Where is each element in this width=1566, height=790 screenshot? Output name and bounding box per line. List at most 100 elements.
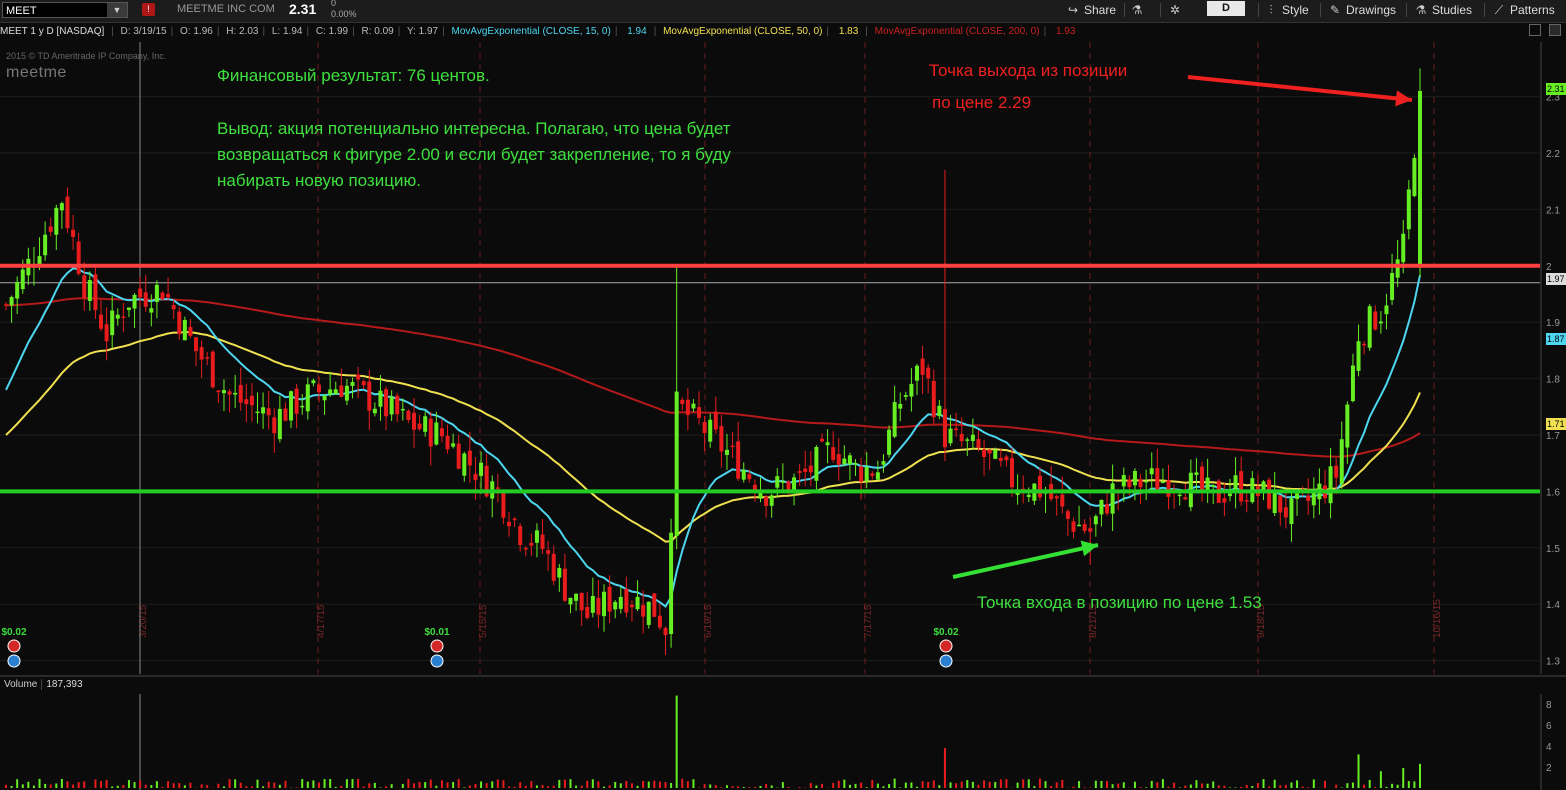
volume-bar [1117, 783, 1120, 788]
share-button[interactable]: ↪ Share [1066, 2, 1116, 18]
volume-bar [1072, 786, 1075, 788]
volume-chart[interactable]: 8 6 4 2 [0, 694, 1566, 790]
candle-body [870, 473, 875, 476]
symbol-input[interactable]: MEET ▼ [2, 2, 128, 18]
candle-body [736, 441, 741, 479]
volume-bar [295, 787, 298, 788]
collapse-icon[interactable] [1529, 24, 1541, 36]
volume-bar [1396, 784, 1399, 788]
candle-body [1384, 305, 1389, 315]
candle-body [747, 474, 752, 480]
volume-bar [167, 781, 170, 788]
candle-body [277, 408, 282, 440]
volume-bar [144, 784, 147, 788]
candle-body [221, 390, 226, 394]
studies-button[interactable]: ⚗ Studies [1414, 2, 1472, 18]
flask-button[interactable]: ⚗ [1130, 2, 1148, 18]
volume-bar [178, 783, 181, 788]
candle-body [1350, 365, 1355, 402]
volume-bar [535, 785, 538, 788]
candle-body [669, 532, 674, 635]
candle-body [15, 281, 20, 299]
volume-bar [513, 786, 516, 788]
toolbar-divider [1484, 3, 1485, 17]
volume-bar [608, 785, 611, 788]
alert-icon[interactable]: ! [142, 3, 155, 16]
volume-bar [1106, 781, 1109, 788]
volume-bar [278, 784, 281, 788]
candle-body [439, 428, 444, 437]
volume-bar [949, 782, 952, 788]
earnings-icon [939, 654, 953, 668]
volume-bar [390, 784, 393, 788]
volume-bar [94, 779, 97, 788]
volume-bar [636, 785, 639, 788]
volume-bar [670, 783, 673, 788]
flask-icon: ⚗ [1415, 3, 1427, 17]
candle-body [948, 428, 953, 444]
volume-bar [72, 784, 75, 788]
volume-bar [1145, 787, 1148, 788]
candle-body [607, 586, 612, 612]
patterns-icon: ⟋ [1494, 3, 1504, 17]
x-tick-label: 7/17/15 [863, 604, 874, 638]
volume-bar [256, 779, 259, 788]
volume-bar [658, 781, 661, 788]
volume-bar [446, 782, 449, 788]
volume-bar [865, 787, 868, 788]
earnings-icon [7, 654, 21, 668]
y-tick-label: 1.6 [1546, 487, 1560, 498]
drawings-button[interactable]: ✎ Drawings [1328, 2, 1396, 18]
ema200-label[interactable]: MovAvgExponential (CLOSE, 200, 0) [875, 26, 1040, 37]
style-icon: ⫶ [1269, 3, 1273, 17]
ema50-line [5, 331, 1421, 543]
volume-bar [323, 779, 326, 788]
candle-body [339, 385, 344, 397]
volume-bar [1201, 783, 1204, 788]
period-selector[interactable]: D [1207, 1, 1245, 16]
candle-body [182, 319, 187, 341]
volume-bar [1307, 787, 1310, 788]
volume-bar [1351, 782, 1354, 788]
pane-divider[interactable] [0, 675, 1566, 677]
volume-bar [183, 785, 186, 788]
candle-body [764, 496, 769, 506]
settings-button[interactable]: ✲ [1168, 2, 1186, 18]
copyright-text: 2015 © TD Ameritrade IP Company, Inc. [6, 51, 167, 61]
volume-bar [362, 786, 365, 788]
candle-body [892, 402, 897, 437]
volume-bar [329, 779, 332, 788]
candle-body [629, 604, 634, 608]
volume-bar [452, 781, 455, 788]
volume-bar [1374, 787, 1377, 788]
ema50-label[interactable]: MovAvgExponential (CLOSE, 50, 0) [663, 26, 822, 37]
panel-toggle-icon[interactable] [1549, 24, 1561, 36]
volume-bar [876, 783, 879, 788]
toolbar-divider [1160, 3, 1161, 17]
candle-body [842, 458, 847, 465]
candle-body [1306, 495, 1311, 501]
candle-body [1071, 521, 1076, 532]
candle-body [154, 284, 159, 302]
share-icon: ↪ [1067, 3, 1079, 17]
candle-body [568, 597, 573, 605]
candle-body [1222, 498, 1227, 503]
candle-body [99, 314, 104, 329]
patterns-button[interactable]: ⟋ Patterns [1492, 2, 1555, 18]
volume-bar [580, 785, 583, 788]
candle-body [590, 595, 595, 613]
candle-body [1267, 479, 1272, 509]
volume-bar [642, 780, 645, 788]
style-button[interactable]: ⫶ Style [1264, 2, 1308, 18]
volume-bar [1173, 782, 1176, 788]
ema15-label[interactable]: MovAvgExponential (CLOSE, 15, 0) [451, 26, 610, 37]
volume-bar [491, 781, 494, 788]
volume-bar [781, 782, 784, 788]
candle-body [126, 307, 131, 311]
chevron-down-icon[interactable]: ▼ [107, 3, 127, 17]
volume-bar [1167, 786, 1170, 788]
candle-body [1272, 490, 1277, 514]
volume-bar [1346, 783, 1349, 788]
candle-body [350, 382, 355, 386]
candle-body [965, 439, 970, 441]
